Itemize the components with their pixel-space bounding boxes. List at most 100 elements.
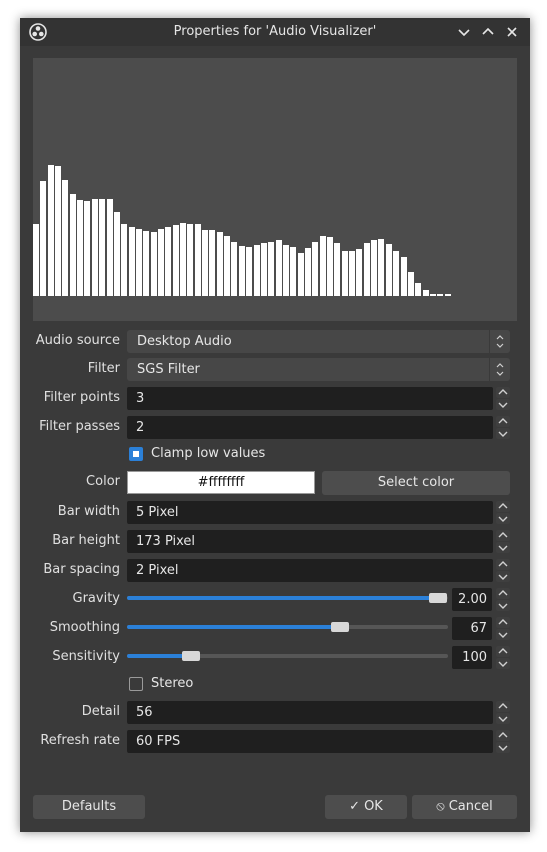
smoothing-slider-fill: [127, 625, 341, 629]
visualizer-bar: [239, 246, 245, 296]
visualizer-bar: [254, 245, 260, 296]
bar-width-label: Bar width: [57, 504, 120, 519]
audio-source-select[interactable]: Desktop Audio: [127, 330, 510, 353]
smoothing-input[interactable]: 67: [452, 617, 492, 640]
spin-arrows-icon[interactable]: [496, 588, 510, 611]
checkbox-checked-icon[interactable]: [129, 447, 143, 461]
sensitivity-input[interactable]: 100: [452, 646, 492, 669]
gravity-input[interactable]: 2.00: [452, 588, 492, 611]
cancel-circle-icon: ⦸: [436, 799, 445, 814]
visualizer-bar: [136, 229, 142, 296]
visualizer-bar: [364, 243, 370, 296]
filter-points-input[interactable]: 3: [127, 387, 493, 410]
cancel-label: Cancel: [448, 799, 493, 814]
visualizer-bar: [202, 230, 208, 296]
visualizer-bar: [371, 240, 377, 296]
chevron-down-icon[interactable]: [454, 22, 474, 42]
visualizer-bar: [283, 245, 289, 296]
spin-arrows-icon[interactable]: [496, 730, 510, 753]
title-bar[interactable]: Properties for 'Audio Visualizer': [20, 18, 530, 46]
checkmark-icon: ✓: [349, 799, 361, 814]
checkbox-unchecked-icon[interactable]: [129, 677, 143, 691]
smoothing-slider-handle[interactable]: [331, 622, 350, 632]
visualizer-bar: [48, 165, 54, 296]
visualizer-bar: [158, 229, 164, 296]
spin-arrows-icon[interactable]: [496, 646, 510, 669]
visualizer-bar: [62, 180, 68, 296]
stereo-label: Stereo: [151, 676, 194, 691]
gravity-slider[interactable]: [127, 593, 448, 603]
visualizer-bar: [246, 247, 252, 296]
bar-spacing-input[interactable]: 2 Pixel: [127, 559, 493, 582]
ok-label: OK: [364, 799, 383, 814]
obs-logo-icon: [29, 23, 47, 41]
visualizer-bar: [320, 236, 326, 296]
spin-arrows-icon[interactable]: [496, 387, 510, 410]
filter-passes-label: Filter passes: [39, 419, 120, 434]
chevron-up-icon[interactable]: [478, 22, 498, 42]
clamp-low-values-label: Clamp low values: [151, 446, 266, 461]
visualizer-bar: [356, 249, 362, 296]
visualizer-bar: [261, 243, 267, 296]
visualizer-bar: [437, 294, 443, 296]
visualizer-bar: [445, 294, 451, 296]
gravity-label: Gravity: [72, 591, 120, 606]
bar-height-label: Bar height: [52, 533, 120, 548]
visualizer-bar: [290, 247, 296, 296]
select-color-button[interactable]: Select color: [322, 471, 510, 495]
spin-arrows-icon[interactable]: [496, 501, 510, 524]
filter-select[interactable]: SGS Filter: [127, 358, 510, 381]
spin-arrows-icon[interactable]: [496, 701, 510, 724]
smoothing-label: Smoothing: [49, 620, 120, 635]
ok-button[interactable]: ✓ OK: [325, 795, 407, 819]
gravity-slider-fill: [127, 596, 439, 600]
spin-arrows-icon[interactable]: [496, 530, 510, 553]
close-icon[interactable]: [502, 22, 522, 42]
visualizer-bar: [84, 201, 90, 296]
visualizer-bar: [378, 239, 384, 296]
sensitivity-slider[interactable]: [127, 651, 448, 661]
visualizer-bar: [298, 253, 304, 296]
visualizer-bar: [107, 199, 113, 296]
visualizer-bar: [408, 272, 414, 296]
filter-label: Filter: [87, 361, 120, 376]
spin-arrows-icon[interactable]: [496, 617, 510, 640]
properties-dialog: Properties for 'Audio Visualizer' Audio …: [20, 18, 530, 832]
visualizer-bar: [99, 199, 105, 296]
visualizer-bar: [129, 227, 135, 296]
visualizer-bar: [92, 199, 98, 296]
visualizer-bar: [231, 242, 237, 296]
bar-height-input[interactable]: 173 Pixel: [127, 530, 493, 553]
visualizer-bar: [209, 230, 215, 296]
defaults-button[interactable]: Defaults: [33, 795, 145, 819]
spin-arrows-icon[interactable]: [496, 416, 510, 439]
visualizer-bar: [386, 244, 392, 296]
detail-input[interactable]: 56: [127, 701, 493, 724]
gravity-slider-handle[interactable]: [429, 593, 448, 603]
visualizer-bar: [114, 212, 120, 296]
sensitivity-slider-handle[interactable]: [182, 651, 201, 661]
spin-arrows-icon[interactable]: [496, 559, 510, 582]
detail-label: Detail: [81, 704, 120, 719]
visualizer-bar: [217, 232, 223, 296]
visualizer-bar: [276, 240, 282, 296]
refresh-rate-input[interactable]: 60 FPS: [127, 730, 493, 753]
visualizer-bar: [33, 224, 39, 296]
visualizer-bar: [401, 257, 407, 296]
visualizer-bar: [187, 224, 193, 296]
cancel-button[interactable]: ⦸ Cancel: [412, 795, 517, 819]
bar-width-input[interactable]: 5 Pixel: [127, 501, 493, 524]
sensitivity-label: Sensitivity: [52, 649, 120, 664]
visualizer-bar: [312, 242, 318, 296]
updown-arrows-icon: [489, 330, 504, 353]
visualizer-bar: [40, 181, 46, 296]
smoothing-slider[interactable]: [127, 622, 448, 632]
filter-passes-input[interactable]: 2: [127, 416, 493, 439]
visualizer-bar: [342, 251, 348, 296]
visualizer-bar: [334, 243, 340, 296]
visualizer-bar: [165, 227, 171, 296]
visualizer-bar: [224, 236, 230, 296]
visualizer-preview: [33, 58, 517, 321]
visualizer-bar: [173, 225, 179, 296]
visualizer-bar: [305, 248, 311, 296]
